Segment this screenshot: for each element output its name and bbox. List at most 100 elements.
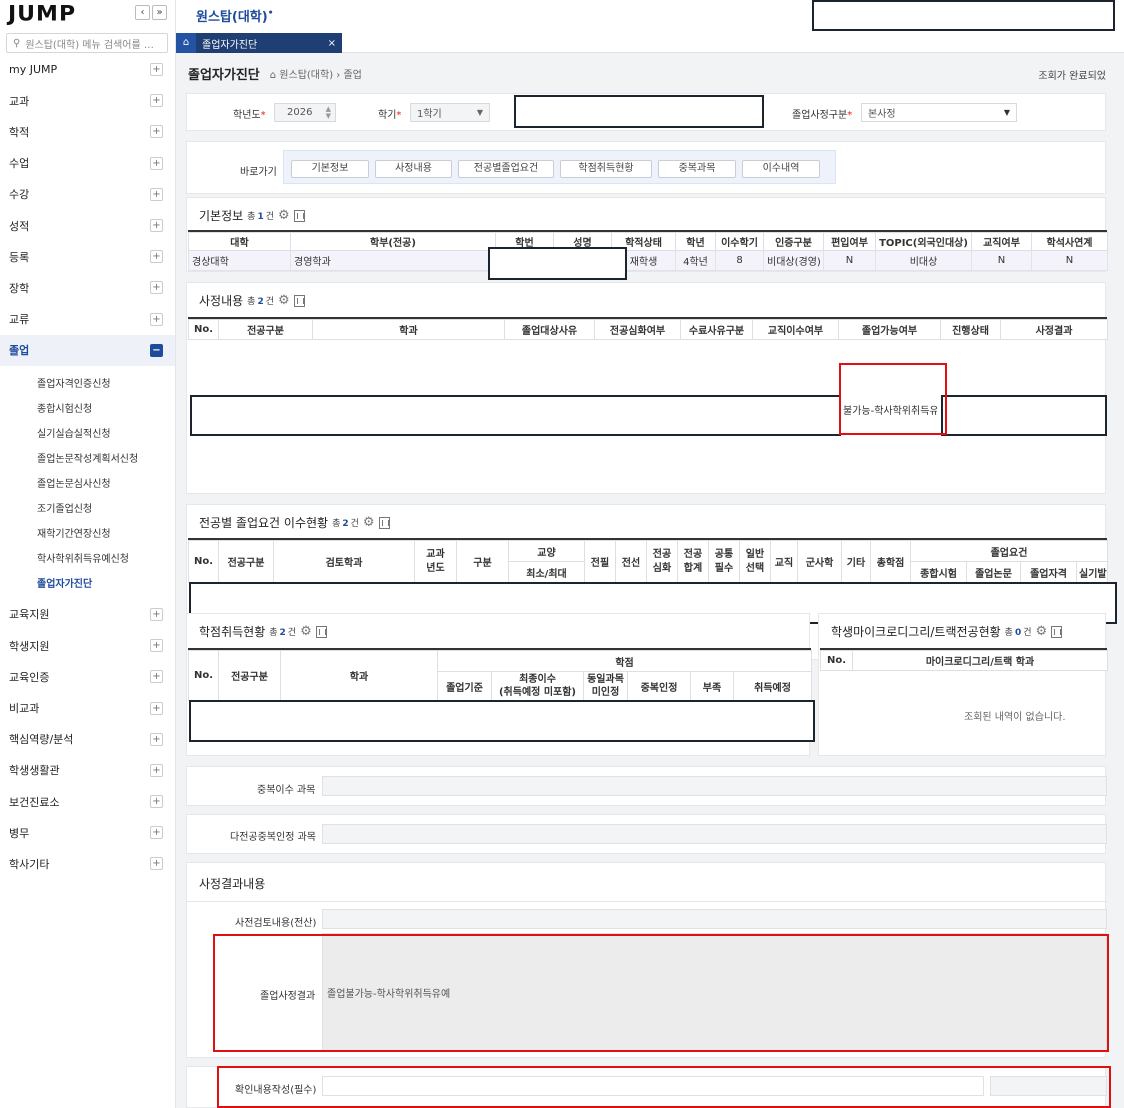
shortcut-credits-button[interactable]: 학점취득현황 <box>560 160 652 178</box>
submenu-item[interactable]: 재학기간연장신청 <box>0 520 175 545</box>
expand-plus-icon[interactable]: + <box>150 795 163 809</box>
column-header[interactable]: 졸업자격 <box>1020 561 1077 583</box>
expand-plus-icon[interactable]: + <box>150 281 163 295</box>
expand-plus-icon[interactable]: + <box>150 732 163 746</box>
column-header[interactable]: 졸업논문 <box>966 561 1021 583</box>
shortcut-assessment-button[interactable]: 사정내용 <box>375 160 452 178</box>
column-header[interactable]: 마이크로디그리/트랙 학과 <box>852 650 1108 671</box>
multi-major-field[interactable] <box>322 824 1107 844</box>
shortcut-basic-info-button[interactable]: 기본정보 <box>291 160 369 178</box>
submenu-item[interactable]: 졸업논문작성계획서신청 <box>0 445 175 470</box>
expand-plus-icon[interactable]: + <box>150 607 163 621</box>
expand-plus-icon[interactable]: + <box>150 250 163 264</box>
column-header[interactable]: 교직이수여부 <box>752 319 839 340</box>
sidebar-item-enrollment[interactable]: 수강 + <box>0 179 175 210</box>
expand-plus-icon[interactable]: + <box>150 125 163 139</box>
expand-plus-icon[interactable]: + <box>150 63 163 77</box>
column-header[interactable]: No. <box>188 540 219 583</box>
excel-export-icon[interactable] <box>293 294 305 307</box>
sidebar-item-grades[interactable]: 성적 + <box>0 210 175 241</box>
column-header[interactable]: 이수학기 <box>715 232 764 251</box>
jump-logo[interactable]: JUMP <box>8 3 76 27</box>
sidebar-item-exchange[interactable]: 교류 + <box>0 304 175 335</box>
column-header[interactable]: 편입여부 <box>823 232 876 251</box>
column-header[interactable]: 교직여부 <box>971 232 1032 251</box>
column-header[interactable]: 최소/최대 <box>508 561 585 583</box>
column-header[interactable]: 전공구분 <box>218 540 274 583</box>
expand-right-button[interactable]: » <box>152 5 167 20</box>
submenu-item[interactable]: 종합시험신청 <box>0 395 175 420</box>
gear-icon[interactable]: ⚙ <box>278 293 290 308</box>
sidebar-item-class[interactable]: 수업 + <box>0 148 175 179</box>
gear-icon[interactable]: ⚙ <box>1035 624 1047 639</box>
expand-plus-icon[interactable]: + <box>150 670 163 684</box>
column-header[interactable]: No. <box>188 319 219 340</box>
submenu-item[interactable]: 학사학위취득유예신청 <box>0 545 175 570</box>
column-header[interactable]: 구분 <box>456 540 509 583</box>
column-header[interactable]: No. <box>188 650 219 701</box>
expand-plus-icon[interactable]: + <box>150 94 163 108</box>
column-header[interactable]: 학과 <box>312 319 505 340</box>
excel-export-icon[interactable] <box>1051 625 1063 638</box>
column-header[interactable]: TOPIC(외국인대상) <box>875 232 972 251</box>
column-header[interactable]: 졸업가능여부 <box>838 319 941 340</box>
sidebar-item-academic-etc[interactable]: 학사기타 + <box>0 848 175 879</box>
sidebar-item-edu-cert[interactable]: 교육인증 + <box>0 661 175 692</box>
term-select[interactable]: 1학기 ▼ <box>410 103 490 122</box>
pre-review-field[interactable] <box>322 909 1107 929</box>
duplicates-field[interactable] <box>322 776 1107 796</box>
stepper-arrows-icon[interactable]: ▲ ▼ <box>326 106 331 120</box>
submenu-item[interactable]: 조기졸업신청 <box>0 495 175 520</box>
column-header[interactable]: 졸업기준 <box>437 671 492 701</box>
column-header[interactable]: 전공 심화 <box>646 540 678 583</box>
column-header[interactable]: 종합시험 <box>910 561 967 583</box>
expand-plus-icon[interactable]: + <box>150 312 163 326</box>
submenu-item[interactable]: 졸업논문심사신청 <box>0 470 175 495</box>
sidebar-item-graduation[interactable]: 졸업 − <box>0 334 175 366</box>
column-header[interactable]: 일반 선택 <box>739 540 771 583</box>
expand-plus-icon[interactable]: + <box>150 826 163 840</box>
home-icon[interactable]: ⌂ <box>176 33 196 53</box>
column-header[interactable]: 진행상태 <box>940 319 1001 340</box>
column-header[interactable]: 학과 <box>280 650 438 701</box>
gear-icon[interactable]: ⚙ <box>363 515 375 530</box>
column-header[interactable]: 총학점 <box>870 540 911 583</box>
expand-plus-icon[interactable]: + <box>150 187 163 201</box>
sidebar-item-registry[interactable]: 학적 + <box>0 116 175 147</box>
column-header[interactable]: 실기발 <box>1076 561 1108 583</box>
column-header[interactable]: 전공심화여부 <box>594 319 681 340</box>
collapse-left-button[interactable]: ‹ <box>135 5 150 20</box>
sidebar-item-curriculum[interactable]: 교과 + <box>0 85 175 116</box>
column-header[interactable]: 동일과목 미인정 <box>583 671 628 701</box>
column-header[interactable]: 전공구분 <box>218 650 281 701</box>
submenu-item[interactable]: 졸업자격인증신청 <box>0 370 175 395</box>
year-stepper[interactable]: 2026 ▲ ▼ <box>274 103 336 122</box>
column-header[interactable]: 수료사유구분 <box>680 319 753 340</box>
column-header[interactable]: 교직 <box>770 540 798 583</box>
column-header[interactable]: No. <box>820 650 853 671</box>
column-header[interactable]: 대학 <box>188 232 291 251</box>
column-header[interactable]: 전필 <box>584 540 616 583</box>
excel-export-icon[interactable] <box>315 625 327 638</box>
column-header[interactable]: 학점 <box>436 650 813 672</box>
submenu-item-current[interactable]: 졸업자가진단 <box>0 570 175 595</box>
sidebar-item-competency[interactable]: 핵심역량/분석 + <box>0 724 175 755</box>
sidebar-item-dormitory[interactable]: 학생생활관 + <box>0 755 175 786</box>
column-header[interactable]: 학석사연계 <box>1031 232 1108 251</box>
column-header[interactable]: 부족 <box>690 671 734 701</box>
close-icon[interactable]: × <box>328 38 336 49</box>
shortcut-duplicates-button[interactable]: 중복과목 <box>658 160 736 178</box>
expand-plus-icon[interactable]: + <box>150 219 163 233</box>
sidebar-item-registration[interactable]: 등록 + <box>0 241 175 272</box>
sidebar-item-student-support[interactable]: 학생지원 + <box>0 630 175 661</box>
column-header[interactable]: 취득예정 <box>732 671 813 701</box>
sidebar-item-military[interactable]: 병무 + <box>0 817 175 848</box>
gear-icon[interactable]: ⚙ <box>278 208 290 223</box>
expand-plus-icon[interactable]: + <box>150 156 163 170</box>
sidebar-item-health[interactable]: 보건진료소 + <box>0 786 175 817</box>
expand-plus-icon[interactable]: + <box>150 763 163 777</box>
excel-export-icon[interactable] <box>293 209 305 222</box>
menu-search-input[interactable]: ⚲ 원스탑(대학) 메뉴 검색어를 … <box>6 33 168 53</box>
sidebar-item-edu-support[interactable]: 교육지원 + <box>0 599 175 630</box>
sidebar-item-my-jump[interactable]: my JUMP + <box>0 54 175 85</box>
